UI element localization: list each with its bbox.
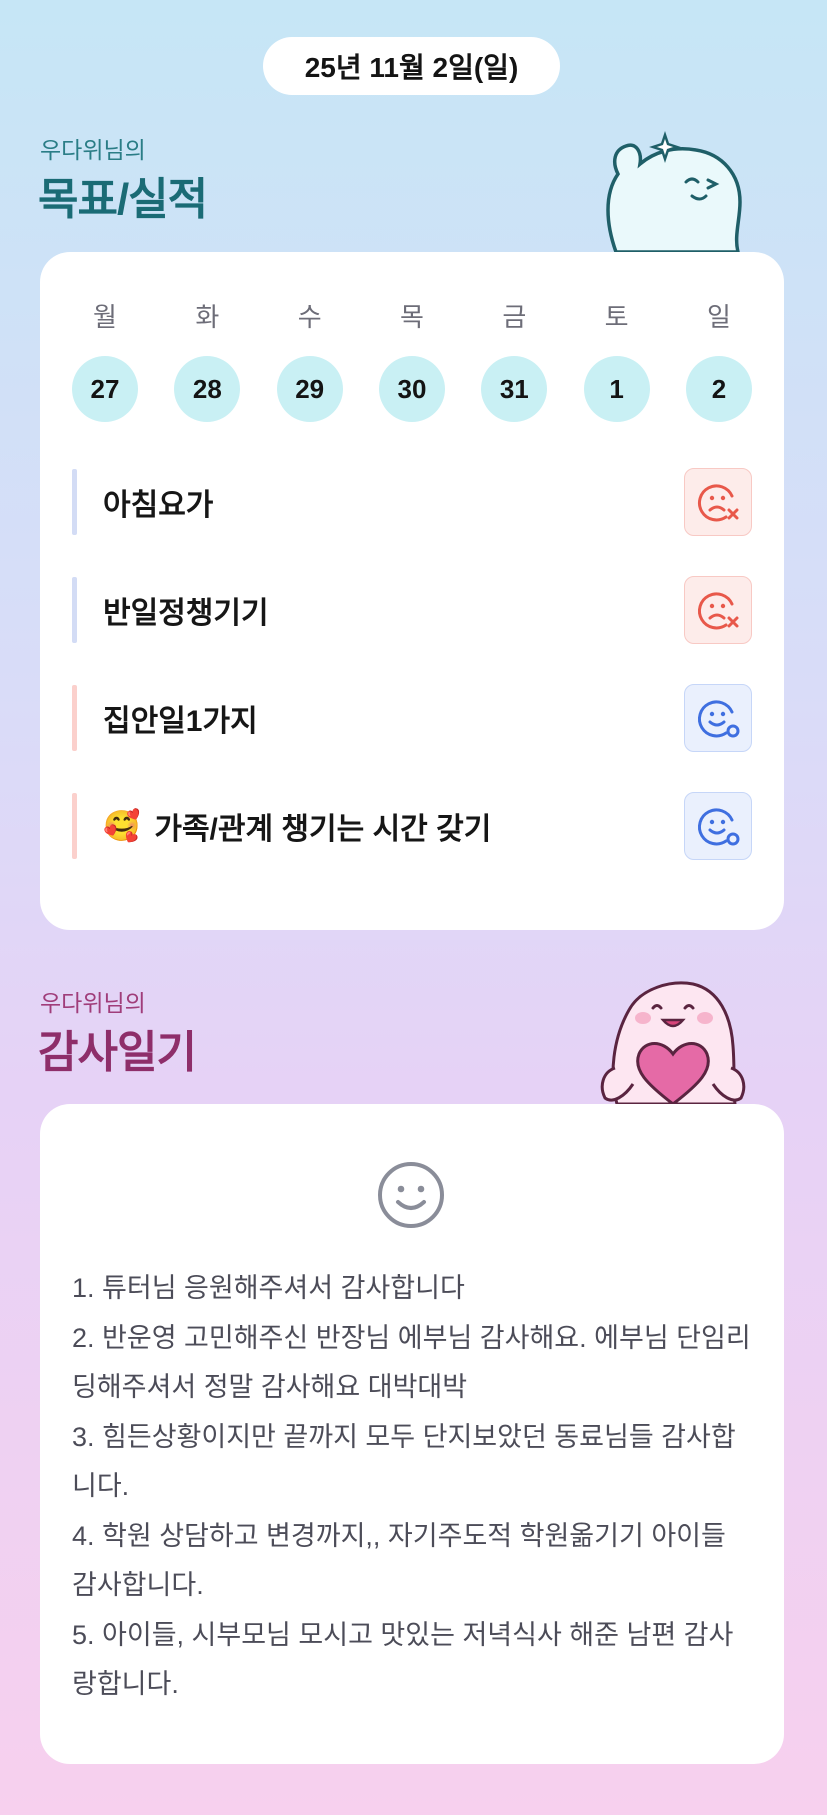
smiling-hearts-emoji-icon: 🥰 (103, 809, 141, 843)
day-sat[interactable]: 토1 (583, 300, 650, 422)
day-label: 목 (400, 302, 424, 332)
gratitude-section-title: 감사일기 (38, 1028, 197, 1077)
goal-item[interactable]: 반일정챙기기 (72, 576, 752, 644)
week-strip: 월 27 화 28 수 29 목 30 금 31 토1 일2 (72, 300, 752, 422)
goals-section-title: 목표/실적 (38, 175, 208, 224)
goal-text: 가족/관계 챙기는 시간 갖기 (154, 813, 492, 846)
goal-text: 반일정챙기기 (103, 597, 269, 630)
goals-card: 월 27 화 28 수 29 목 30 금 31 토1 일2 아침요가 반일정챙기기 (40, 252, 784, 930)
day-mon[interactable]: 월 27 (72, 300, 138, 422)
day-label: 토 (604, 302, 629, 332)
gratitude-owner-label: 우다위님의 (40, 990, 146, 1016)
goal-accent-bar (72, 577, 77, 643)
day-thu[interactable]: 목 30 (378, 300, 445, 422)
day-sun[interactable]: 일2 (685, 300, 752, 422)
smile-face-check-icon (697, 808, 740, 846)
day-wed[interactable]: 수 29 (276, 300, 343, 422)
goal-item[interactable]: 🥰 가족/관계 챙기는 시간 갖기 (72, 792, 752, 860)
goal-status-fail[interactable] (684, 576, 752, 644)
waving-mascot-icon (606, 131, 742, 252)
date-pill[interactable]: 25년 11월 2일(일) (263, 37, 560, 95)
day-label: 수 (297, 302, 322, 332)
goals-owner-label: 우다위님의 (40, 137, 146, 163)
day-label: 일 (707, 302, 731, 332)
goal-status-fail[interactable] (684, 468, 752, 536)
day-fri[interactable]: 금 31 (481, 300, 548, 422)
goal-accent-bar (72, 793, 77, 859)
day-label: 금 (502, 302, 527, 332)
day-date: 29 (276, 356, 343, 422)
smile-face-icon[interactable] (376, 1160, 446, 1230)
sad-face-x-icon (697, 592, 739, 630)
goal-item[interactable]: 집안일1가지 (72, 684, 752, 752)
sad-face-x-icon (697, 484, 739, 522)
goal-item[interactable]: 아침요가 (72, 468, 752, 536)
day-tue[interactable]: 화 28 (174, 300, 241, 422)
goal-accent-bar (72, 685, 77, 751)
gratitude-card: 1. 튜터님 응원해주셔서 감사합니다 2. 반운영 고민해주신 반장님 에부님… (40, 1104, 784, 1764)
day-date: 28 (174, 356, 241, 422)
goal-accent-bar (72, 469, 77, 535)
goal-text: 집안일1가지 (103, 705, 258, 738)
heart-hugging-mascot-icon (600, 981, 746, 1104)
day-date: 2 (685, 356, 752, 422)
gratitude-diary-text: 1. 튜터님 응원해주셔서 감사합니다 2. 반운영 고민해주신 반장님 에부님… (72, 1273, 751, 1699)
goal-status-done[interactable] (684, 684, 752, 752)
day-date: 1 (583, 356, 650, 422)
goal-text-row: 🥰 가족/관계 챙기는 시간 갖기 (103, 804, 684, 848)
goal-status-done[interactable] (684, 792, 752, 860)
goal-text: 아침요가 (103, 489, 214, 522)
day-date: 30 (378, 356, 445, 422)
day-date: 31 (481, 356, 548, 422)
day-date: 27 (72, 356, 138, 422)
smile-face-check-icon (697, 700, 740, 738)
day-label: 화 (195, 302, 220, 332)
day-label: 월 (93, 302, 117, 332)
